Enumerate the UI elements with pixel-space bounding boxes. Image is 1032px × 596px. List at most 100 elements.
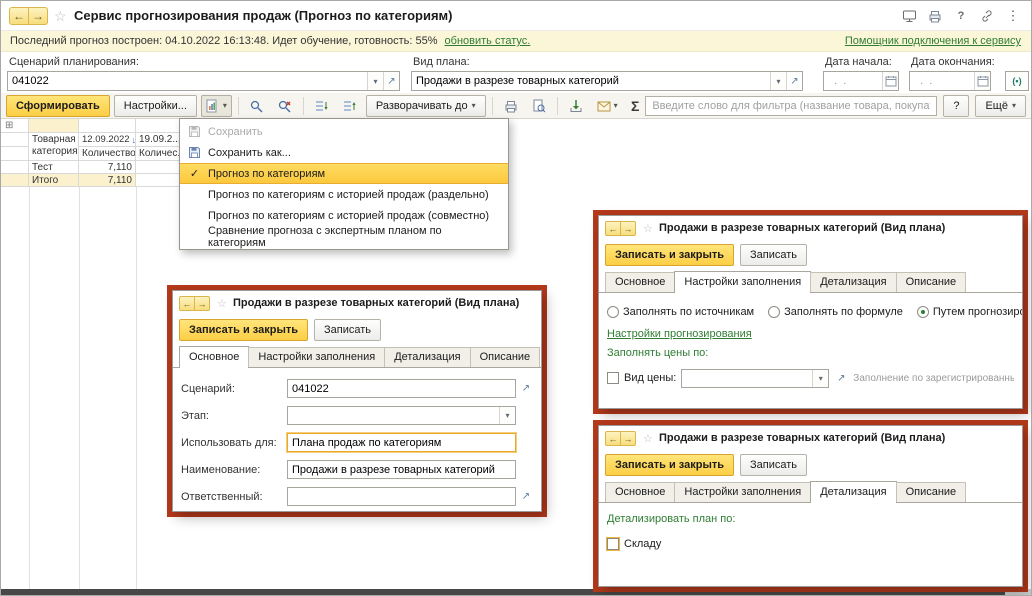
table-row-quantity-cell[interactable]: 7,110 xyxy=(79,161,136,174)
use-for-field[interactable] xyxy=(286,432,517,453)
scenario-open-button[interactable]: ↗ xyxy=(383,72,399,90)
price-kind-row: Вид цены: ▾ ↗ Заполнение по зарегистриро… xyxy=(607,366,1014,390)
grid-fixed-cell[interactable] xyxy=(29,119,79,133)
save-button[interactable]: Записать xyxy=(314,319,382,341)
service-assistant-link[interactable]: Помощник подключения к сервису xyxy=(845,31,1021,51)
refresh-status-link[interactable]: обновить статус. xyxy=(445,35,531,47)
radio-fill-by-forecast[interactable]: Путем прогнозирования xyxy=(916,306,1022,318)
save-and-close-button[interactable]: Записать и закрыть xyxy=(179,319,309,341)
open-record-icon[interactable]: ↗ xyxy=(519,491,533,502)
search-icon[interactable] xyxy=(245,95,269,117)
scenario-dropdown-button[interactable]: ▾ xyxy=(367,72,383,90)
back-button[interactable]: ← xyxy=(605,431,621,446)
more-button[interactable]: Ещё ▾ xyxy=(975,95,1026,117)
table-row-category-cell[interactable]: Тест xyxy=(29,161,79,174)
open-record-icon[interactable]: ↗ xyxy=(519,383,533,394)
save-button[interactable]: Записать xyxy=(740,244,808,266)
forward-button[interactable]: → xyxy=(28,7,48,25)
column-subheader-quantity1[interactable]: Количество xyxy=(79,147,136,161)
chevron-down-icon: ▾ xyxy=(471,101,476,110)
save-button[interactable]: Записать xyxy=(740,454,808,476)
warehouse-checkbox[interactable] xyxy=(606,537,620,551)
responsible-field[interactable] xyxy=(287,487,516,506)
kebab-menu-icon[interactable]: ⋮ xyxy=(1005,8,1021,24)
expand-levels-icon[interactable] xyxy=(310,95,334,117)
total-row-category-cell[interactable]: Итого xyxy=(29,174,79,187)
menu-item-label: Прогноз по категориям с историей продаж … xyxy=(208,209,490,222)
print-icon[interactable] xyxy=(927,8,943,24)
price-kind-open-button[interactable]: ↗ xyxy=(834,373,848,384)
display-icon[interactable] xyxy=(901,8,917,24)
forward-button[interactable]: → xyxy=(194,296,210,311)
tab-detailing[interactable]: Детализация xyxy=(810,272,897,292)
save-and-close-button[interactable]: Записать и закрыть xyxy=(605,454,735,476)
stage-dropdown-button[interactable]: ▾ xyxy=(499,407,515,424)
radio-fill-by-sources[interactable]: Заполнять по источникам xyxy=(607,306,754,318)
settings-button[interactable]: Настройки... xyxy=(113,95,197,117)
name-field[interactable] xyxy=(287,460,516,479)
print-icon[interactable] xyxy=(499,95,523,117)
stage-field[interactable] xyxy=(288,407,499,424)
date-end-input[interactable] xyxy=(910,72,974,90)
expand-to-button[interactable]: Разворачивать до ▾ xyxy=(365,95,486,117)
tab-description[interactable]: Описание xyxy=(895,272,967,292)
send-email-button[interactable]: ▾ xyxy=(592,95,623,117)
tab-description[interactable]: Описание xyxy=(895,482,967,502)
tab-description[interactable]: Описание xyxy=(469,347,541,367)
tab-main[interactable]: Основное xyxy=(179,346,250,368)
menu-item-forecast-by-categories[interactable]: ✓ Прогноз по категориям xyxy=(180,163,508,184)
link-icon[interactable] xyxy=(979,8,995,24)
back-button[interactable]: ← xyxy=(9,7,29,25)
column-header-period1[interactable]: 12.09.2022 ↓ ≡ xyxy=(79,133,136,147)
scenario-field[interactable] xyxy=(287,379,516,398)
filter-input[interactable] xyxy=(645,96,938,116)
save-and-close-button[interactable]: Записать и закрыть xyxy=(605,244,735,266)
price-kind-dropdown-button[interactable]: ▾ xyxy=(812,369,829,387)
period-select-button[interactable]: (•) xyxy=(1005,71,1029,91)
forecast-settings-link[interactable]: Настройки прогнозирования xyxy=(607,328,752,340)
tab-main[interactable]: Основное xyxy=(605,482,676,502)
menu-item-forecast-history-combined[interactable]: Прогноз по категориям с историей продаж … xyxy=(180,205,508,226)
tab-detailing[interactable]: Детализация xyxy=(384,347,471,367)
date-start-calendar-icon[interactable] xyxy=(882,72,898,90)
date-start-input[interactable] xyxy=(824,72,882,90)
report-variants-button[interactable]: ▾ xyxy=(200,95,232,117)
tab-fill-settings[interactable]: Настройки заполнения xyxy=(674,482,812,502)
plan-kind-open-button[interactable]: ↗ xyxy=(786,72,802,90)
radio-fill-by-formula[interactable]: Заполнять по формуле xyxy=(768,306,903,318)
collapse-levels-icon[interactable] xyxy=(338,95,362,117)
plan-kind-dropdown-button[interactable]: ▾ xyxy=(770,72,786,90)
sum-totals-icon[interactable]: Σ xyxy=(631,98,639,114)
grid-fixed-cell[interactable] xyxy=(79,119,136,133)
forward-button[interactable]: → xyxy=(620,431,636,446)
price-kind-input[interactable] xyxy=(682,369,813,387)
date-end-calendar-icon[interactable] xyxy=(974,72,990,90)
tab-fill-settings[interactable]: Настройки заполнения xyxy=(674,271,812,293)
favorite-star-icon[interactable]: ☆ xyxy=(643,432,653,445)
tab-fill-settings[interactable]: Настройки заполнения xyxy=(248,347,386,367)
menu-item-compare-expert-plan[interactable]: Сравнение прогноза с экспертным планом п… xyxy=(180,225,508,249)
favorite-star-icon[interactable]: ☆ xyxy=(643,222,653,235)
column-header-category[interactable]: Товарная категория xyxy=(29,133,79,161)
save-result-icon[interactable] xyxy=(564,95,588,117)
plan-kind-input[interactable] xyxy=(412,72,770,90)
tab-detailing[interactable]: Детализация xyxy=(810,481,897,503)
help-icon[interactable]: ? xyxy=(953,8,969,24)
back-button[interactable]: ← xyxy=(605,221,621,236)
menu-item-forecast-history-separate[interactable]: Прогноз по категориям с историей продаж … xyxy=(180,184,508,205)
scenario-input[interactable] xyxy=(8,72,367,90)
menu-item-save-as[interactable]: Сохранить как... xyxy=(180,142,508,163)
help-button[interactable]: ? xyxy=(943,95,970,117)
print-preview-icon[interactable] xyxy=(527,95,551,117)
plan-kind-combo: ▾ ↗ xyxy=(411,71,803,91)
tab-main[interactable]: Основное xyxy=(605,272,676,292)
total-row-quantity-cell[interactable]: 7,110 xyxy=(79,174,136,187)
expand-all-icon[interactable]: ⊞ xyxy=(4,120,13,131)
back-button[interactable]: ← xyxy=(179,296,195,311)
forward-button[interactable]: → xyxy=(620,221,636,236)
generate-button[interactable]: Сформировать xyxy=(6,95,110,117)
favorite-star-icon[interactable]: ☆ xyxy=(217,297,227,310)
favorite-star-icon[interactable]: ☆ xyxy=(54,8,67,24)
cancel-search-icon[interactable] xyxy=(273,95,297,117)
price-kind-checkbox[interactable] xyxy=(607,372,619,384)
